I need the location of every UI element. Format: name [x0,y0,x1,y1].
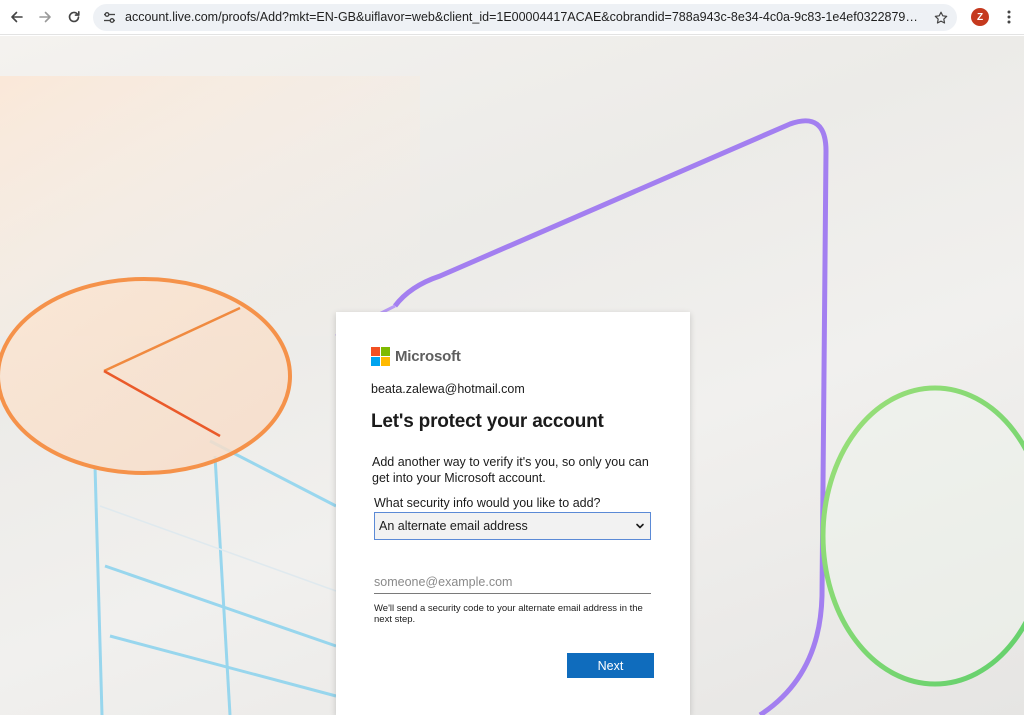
page-title: Let's protect your account [371,411,604,432]
helper-text: We'll send a security code to your alter… [374,603,643,625]
brand-name: Microsoft [395,348,461,365]
dialog-description: Add another way to verify it's you, so o… [372,455,649,485]
logo-square-blue [371,357,380,366]
forward-button[interactable] [34,6,56,28]
microsoft-logo-icon [371,347,390,366]
bookmark-button[interactable] [932,9,949,26]
reload-icon [68,11,80,23]
microsoft-logo: Microsoft [371,347,461,366]
security-info-select[interactable]: An alternate email address [374,512,651,540]
address-bar[interactable]: account.live.com/proofs/Add?mkt=EN-GB&ui… [93,4,957,31]
logo-square-green [381,347,390,356]
back-arrow-icon [11,11,23,23]
logo-square-yellow [381,357,390,366]
profile-avatar[interactable]: Z [971,8,989,26]
chevron-down-icon [636,523,644,529]
alternate-email-input[interactable] [374,570,651,594]
browser-menu-button[interactable] [1000,7,1018,27]
site-info-button[interactable] [101,9,118,26]
star-icon [934,11,947,24]
back-button[interactable] [6,6,28,28]
tune-icon [104,12,115,23]
forward-arrow-icon [39,11,51,23]
logo-square-red [371,347,380,356]
protect-account-dialog: Microsoft beata.zalewa@hotmail.com Let's… [336,312,690,715]
security-info-label: What security info would you like to add… [374,496,601,510]
url-text[interactable]: account.live.com/proofs/Add?mkt=EN-GB&ui… [125,10,925,25]
security-info-selected-value: An alternate email address [379,519,528,533]
next-button[interactable]: Next [567,653,654,678]
reload-button[interactable] [63,6,85,28]
kebab-menu-icon [1007,10,1011,24]
browser-toolbar: account.live.com/proofs/Add?mkt=EN-GB&ui… [0,0,1024,35]
account-email: beata.zalewa@hotmail.com [371,382,525,396]
